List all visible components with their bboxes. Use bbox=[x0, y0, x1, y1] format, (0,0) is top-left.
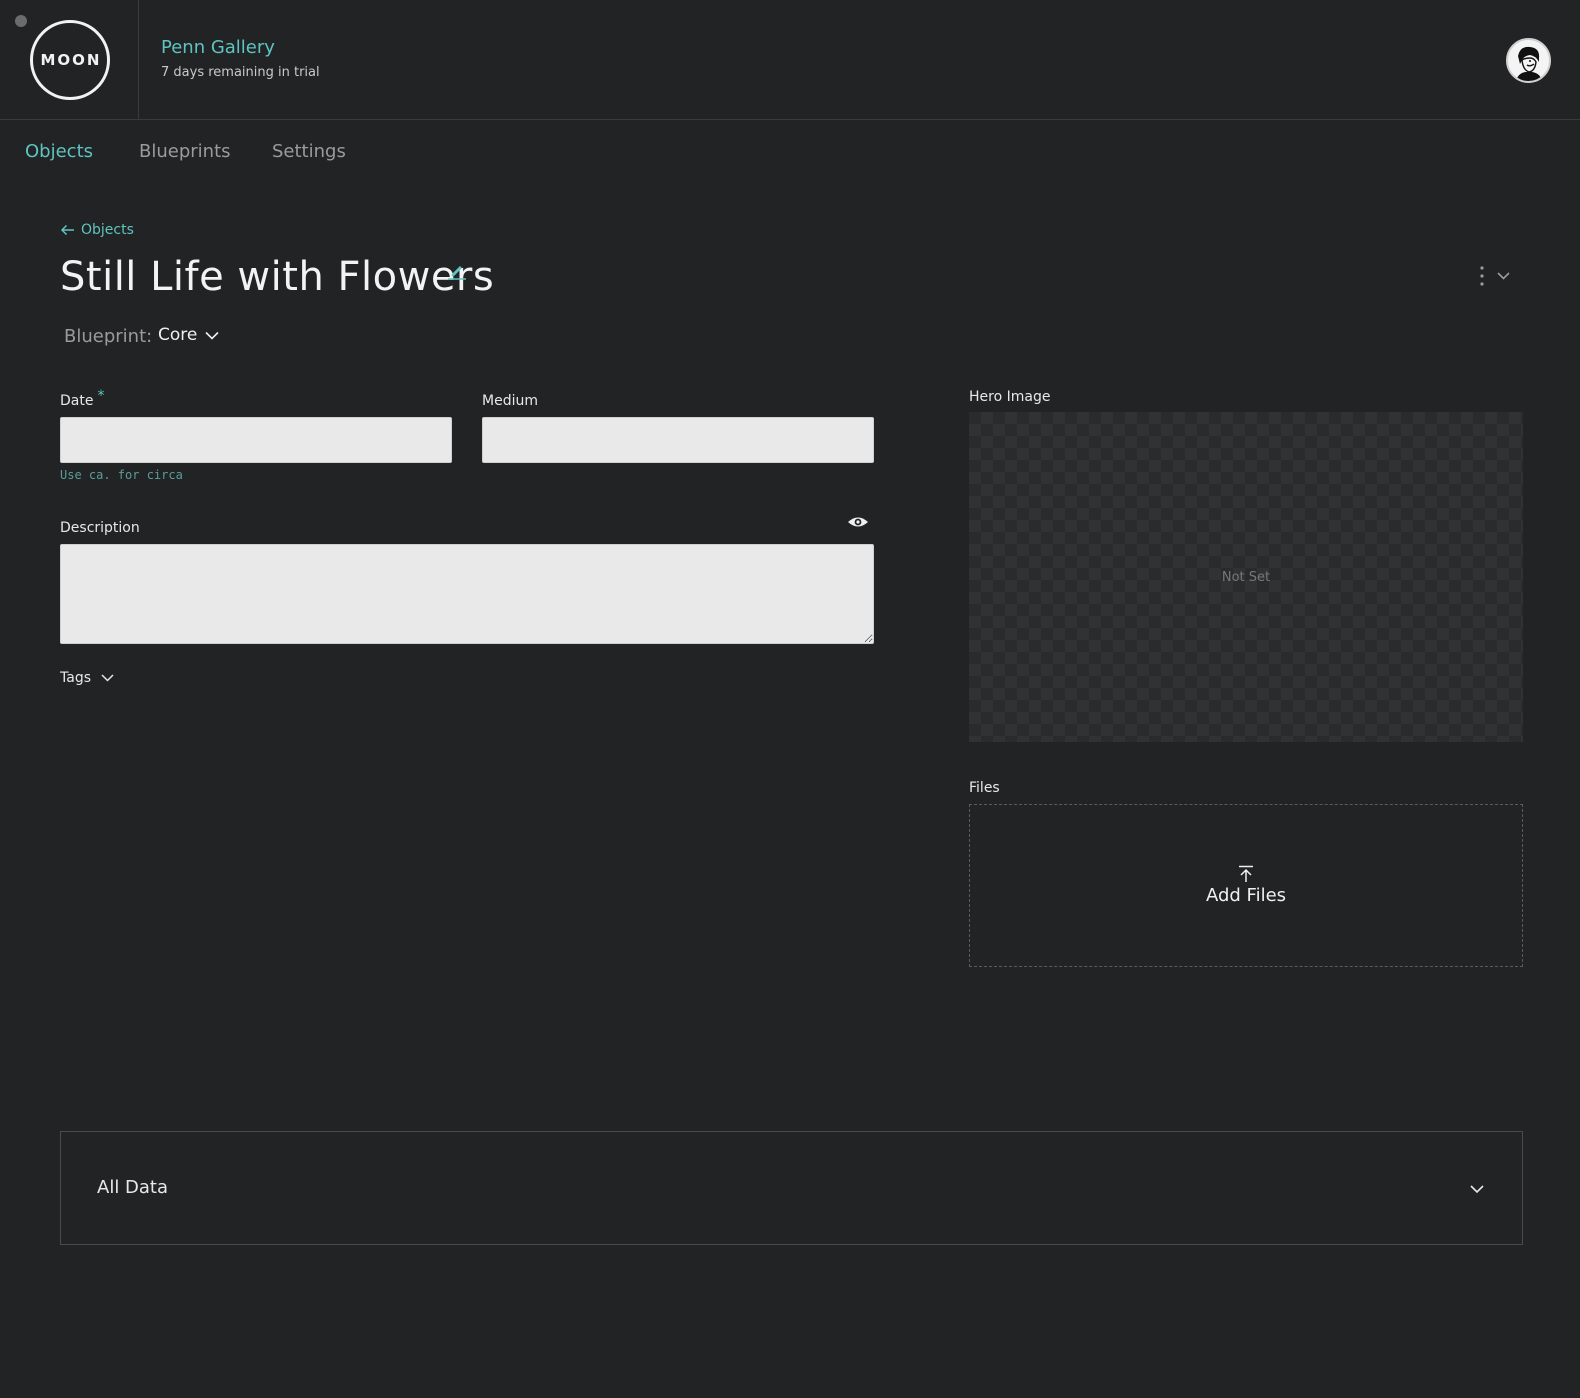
add-files-label: Add Files bbox=[1205, 885, 1287, 906]
tags-label: Tags bbox=[60, 670, 91, 686]
description-textarea[interactable] bbox=[60, 544, 874, 644]
blueprint-value: Core bbox=[158, 325, 198, 345]
organization-name[interactable]: Penn Gallery bbox=[161, 37, 275, 58]
tab-blueprints[interactable]: Blueprints bbox=[139, 141, 231, 162]
tab-objects[interactable]: Objects bbox=[25, 141, 93, 162]
avatar-portrait-icon bbox=[1508, 40, 1549, 81]
tags-toggle[interactable]: Tags bbox=[60, 670, 114, 686]
date-input[interactable] bbox=[60, 417, 452, 463]
chevron-down-icon bbox=[1497, 272, 1510, 280]
arrow-left-icon bbox=[60, 224, 74, 236]
logo-cell: MOON bbox=[0, 0, 139, 120]
more-options-menu[interactable] bbox=[1478, 264, 1516, 288]
chevron-down-icon bbox=[1470, 1185, 1484, 1194]
user-avatar[interactable] bbox=[1506, 38, 1551, 83]
all-data-label: All Data bbox=[97, 1177, 169, 1198]
files-label: Files bbox=[969, 780, 1000, 796]
files-dropzone[interactable]: Add Files bbox=[969, 804, 1523, 967]
description-label: Description bbox=[60, 520, 140, 536]
medium-input[interactable] bbox=[482, 417, 874, 463]
medium-label: Medium bbox=[482, 393, 538, 409]
date-label: Date * bbox=[60, 388, 104, 409]
eye-icon[interactable] bbox=[847, 515, 869, 529]
vertical-dots-icon bbox=[1480, 266, 1484, 286]
moon-logo[interactable]: MOON bbox=[30, 20, 110, 100]
chevron-down-icon bbox=[101, 674, 114, 682]
all-data-panel[interactable]: All Data bbox=[60, 1131, 1523, 1245]
hero-image-status: Not Set bbox=[1221, 569, 1271, 585]
hero-image-label: Hero Image bbox=[969, 389, 1051, 405]
date-label-text: Date bbox=[60, 393, 94, 409]
upload-icon bbox=[1239, 865, 1253, 882]
tab-settings[interactable]: Settings bbox=[272, 141, 346, 162]
trial-status: 7 days remaining in trial bbox=[161, 65, 320, 80]
top-bar: MOON Penn Gallery 7 days remaining in tr… bbox=[0, 0, 1580, 120]
blueprint-select[interactable]: Core bbox=[158, 325, 219, 345]
blueprint-label: Blueprint: bbox=[64, 326, 153, 347]
back-link-label: Objects bbox=[81, 222, 134, 238]
pencil-icon[interactable] bbox=[446, 259, 468, 281]
main-nav: Objects Blueprints Settings bbox=[0, 121, 1580, 181]
date-hint: Use ca. for circa bbox=[60, 468, 183, 482]
hero-image-placeholder[interactable]: Not Set bbox=[969, 412, 1523, 742]
required-marker: * bbox=[97, 388, 105, 404]
chevron-down-icon bbox=[205, 331, 219, 340]
page-title: Still Life with Flowers bbox=[60, 254, 495, 300]
back-to-objects-link[interactable]: Objects bbox=[60, 222, 134, 238]
